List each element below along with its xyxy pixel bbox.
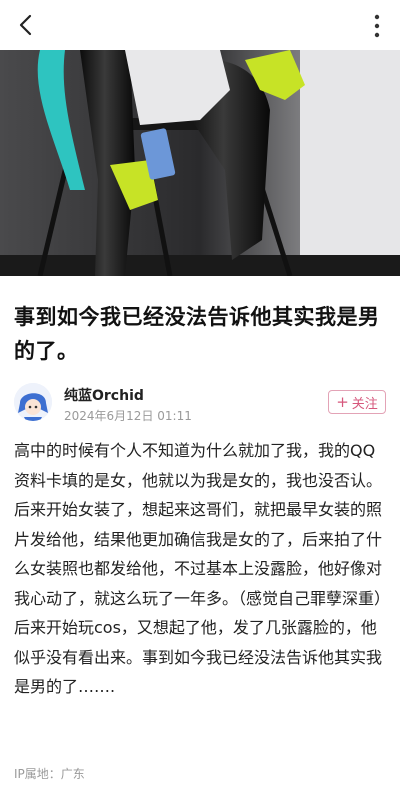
avatar-image [14, 383, 52, 421]
post-date: 2024年6月12日 01:11 [64, 409, 192, 423]
cosplay-photo-image [0, 50, 400, 276]
author-name[interactable]: 纯蓝Orchid [64, 385, 144, 405]
post-body: 高中的时候有个人不知道为什么就加了我，我的QQ资料卡填的是女，他就以为我是女的，… [14, 436, 391, 702]
post-photo[interactable] [0, 50, 400, 276]
vertical-dots-icon[interactable] [370, 13, 384, 39]
body-paragraph: 高中的时候有个人不知道为什么就加了我，我的QQ资料卡填的是女，他就以为我是女的，… [14, 441, 391, 608]
top-bar [0, 0, 400, 50]
chevron-left-icon[interactable] [14, 12, 40, 38]
author-avatar[interactable] [14, 383, 52, 421]
follow-label: 关注 [351, 396, 378, 412]
ip-location: IP属地：广东 [14, 767, 85, 781]
plus-icon: + [336, 392, 349, 411]
follow-button[interactable]: + 关注 [328, 390, 386, 414]
body-paragraph: 后来开始玩cos，又想起了他，发了几张露脸的，他似乎没有看出来。事到如今我已经没… [14, 618, 383, 696]
post-title: 事到如今我已经没法告诉他其实我是男的了。 [14, 305, 380, 363]
